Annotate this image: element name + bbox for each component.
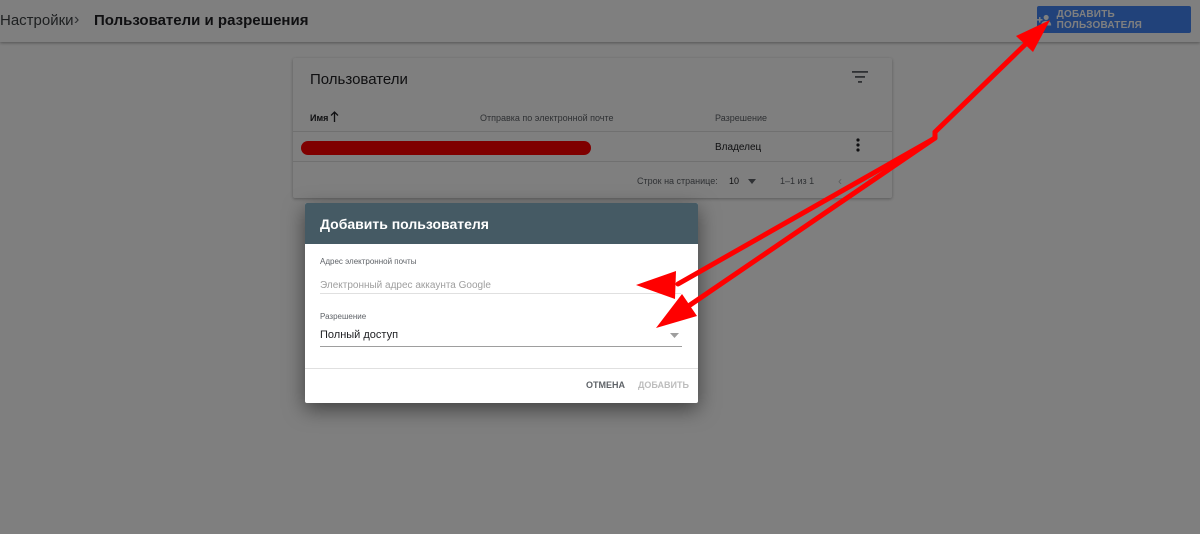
dialog-title: Добавить пользователя (320, 216, 489, 232)
email-field[interactable] (320, 277, 681, 294)
permission-select-value: Полный доступ (320, 329, 399, 341)
email-field-label: Адрес электронной почты (320, 257, 417, 266)
dialog-divider (305, 368, 698, 369)
add-button[interactable]: ДОБАВИТЬ (638, 380, 689, 390)
dialog-header: Добавить пользователя (305, 203, 698, 244)
permission-field-label: Разрешение (320, 312, 367, 321)
permission-select[interactable]: Полный доступ (320, 327, 682, 347)
caret-down-icon (670, 333, 679, 338)
add-user-dialog: Добавить пользователя Адрес электронной … (305, 203, 698, 403)
cancel-button[interactable]: ОТМЕНА (586, 380, 625, 390)
